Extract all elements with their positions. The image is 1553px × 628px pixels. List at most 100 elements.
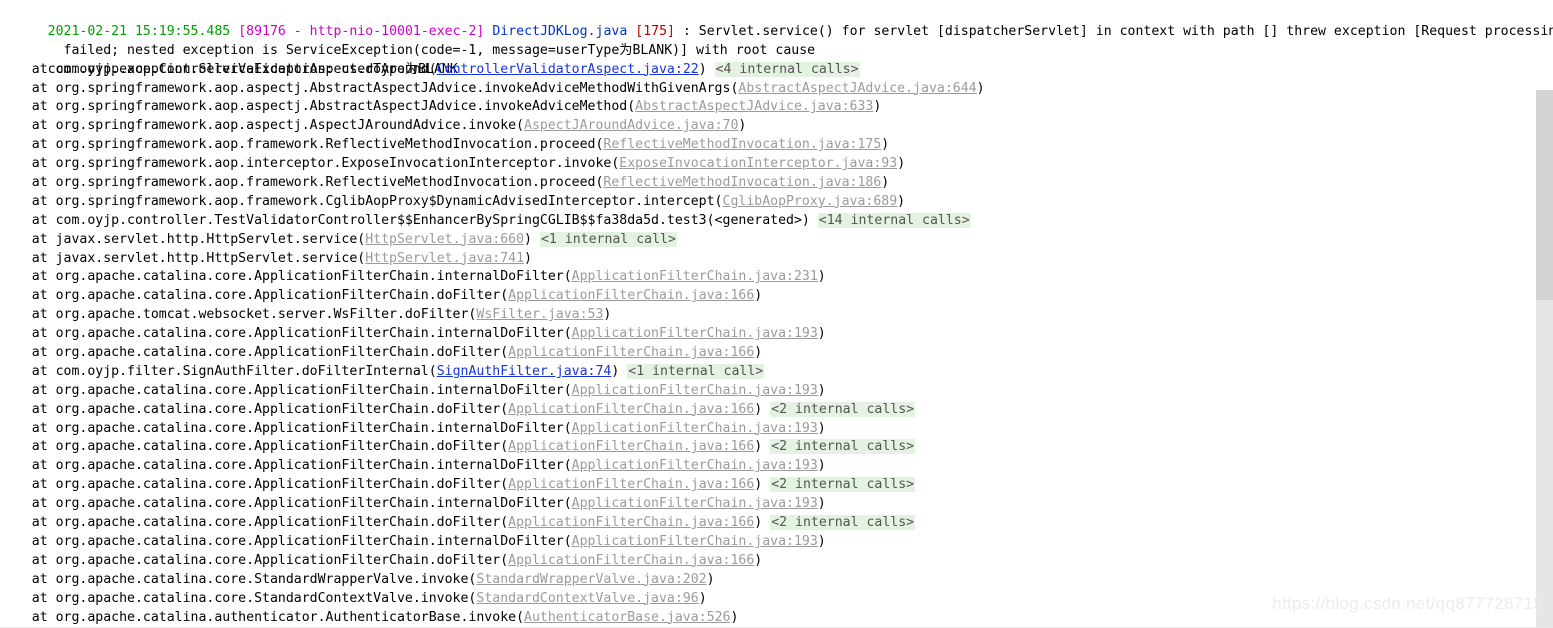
source-link[interactable]: AbstractAspectJAdvice.java:633	[635, 99, 873, 114]
source-link[interactable]: ApplicationFilterChain.java:166	[508, 553, 754, 568]
source-link[interactable]: ControllerValidatorAspect.java:22	[437, 62, 699, 77]
vertical-scrollbar-thumb[interactable]	[1536, 90, 1553, 300]
source-link[interactable]: ApplicationFilterChain.java:193	[572, 383, 818, 398]
stack-frame-text: at javax.servlet.http.HttpServlet.servic…	[0, 231, 366, 247]
stack-frame-text: at org.springframework.aop.aspectj.Aspec…	[0, 118, 525, 134]
stack-frame-suffix: )	[603, 307, 612, 323]
source-link[interactable]: ApplicationFilterChain.java:166	[508, 402, 754, 417]
stack-frame-suffix: )	[817, 382, 826, 398]
badge-spacer	[810, 213, 818, 228]
source-link[interactable]: HttpServlet.java:660	[365, 232, 524, 247]
log-thread: [89176 - http-nio-10001-exec-2]	[238, 23, 485, 39]
internal-calls-badge[interactable]: <2 internal calls>	[770, 401, 916, 417]
internal-calls-badge[interactable]: <2 internal calls>	[770, 439, 916, 455]
stack-frame-line[interactable]: at org.springframework.aop.aspectj.Aspec…	[0, 117, 1553, 136]
stack-frame-line[interactable]: at org.apache.catalina.core.ApplicationF…	[0, 287, 1553, 306]
stack-frame-suffix: )	[524, 231, 532, 247]
stack-frame-line[interactable]: at org.springframework.aop.framework.Ref…	[0, 174, 1553, 193]
source-link[interactable]: ApplicationFilterChain.java:166	[508, 288, 754, 303]
stack-frame-suffix: )	[706, 571, 715, 587]
log-message: : Servlet.service() for servlet [dispatc…	[674, 23, 1553, 39]
stack-frame-line[interactable]: at org.apache.catalina.core.ApplicationF…	[0, 382, 1553, 401]
stack-frame-line[interactable]: at javax.servlet.http.HttpServlet.servic…	[0, 250, 1553, 269]
internal-calls-badge[interactable]: <14 internal calls>	[817, 212, 971, 228]
internal-calls-badge[interactable]: <4 internal calls>	[714, 61, 860, 77]
stack-frame-line[interactable]: at org.apache.catalina.core.StandardCont…	[0, 590, 1553, 609]
stack-frame-suffix: )	[976, 80, 985, 96]
stack-frame-line[interactable]: at org.apache.catalina.core.ApplicationF…	[0, 344, 1553, 363]
badge-spacer	[762, 477, 770, 492]
internal-calls-badge[interactable]: <1 internal call>	[539, 231, 677, 247]
stack-frame-suffix: )	[738, 118, 747, 134]
source-link[interactable]: StandardContextValve.java:96	[476, 591, 698, 606]
stack-frame-line[interactable]: at com.oyjp.filter.SignAuthFilter.doFilt…	[0, 363, 1553, 382]
source-link[interactable]: SignAuthFilter.java:74	[437, 364, 612, 379]
source-link[interactable]: WsFilter.java:53	[476, 307, 603, 322]
stack-frame-line[interactable]: at javax.servlet.http.HttpServlet.servic…	[0, 231, 1553, 250]
stack-frame-text: at org.springframework.aop.aspectj.Abstr…	[0, 80, 739, 96]
source-link[interactable]: ApplicationFilterChain.java:193	[572, 534, 818, 549]
stack-frame-text: at org.apache.catalina.core.StandardCont…	[0, 590, 477, 606]
internal-calls-badge[interactable]: <1 internal call>	[627, 363, 765, 379]
source-link[interactable]: ApplicationFilterChain.java:193	[572, 421, 818, 436]
stack-frame-line[interactable]: at org.apache.tomcat.websocket.server.Ws…	[0, 306, 1553, 325]
stack-frame-line[interactable]: at org.apache.catalina.core.ApplicationF…	[0, 438, 1553, 457]
source-link[interactable]: StandardWrapperValve.java:202	[476, 572, 706, 587]
stack-frame-suffix: )	[698, 590, 707, 606]
stack-frame-line[interactable]: at org.springframework.aop.interceptor.E…	[0, 155, 1553, 174]
vertical-scrollbar[interactable]	[1536, 90, 1553, 628]
source-link[interactable]: ReflectiveMethodInvocation.java:186	[603, 175, 881, 190]
stack-frame-line[interactable]: at org.springframework.aop.aspectj.Abstr…	[0, 80, 1553, 99]
stack-frame-line[interactable]: at org.apache.catalina.core.ApplicationF…	[0, 420, 1553, 439]
stack-frame-suffix: )	[730, 609, 739, 625]
badge-spacer	[762, 439, 770, 454]
log-header-line[interactable]: 2021-02-21 15:19:55.485 [89176 - http-ni…	[0, 4, 1553, 39]
stack-frame-line[interactable]: at org.apache.catalina.core.ApplicationF…	[0, 268, 1553, 287]
stack-frame-line[interactable]: at com.oyjp.controller.TestValidatorCont…	[0, 212, 1553, 231]
source-link[interactable]: ApplicationFilterChain.java:193	[572, 458, 818, 473]
stack-frame-line[interactable]: at org.apache.catalina.core.ApplicationF…	[0, 325, 1553, 344]
stack-frame-line[interactable]: at org.apache.catalina.core.ApplicationF…	[0, 533, 1553, 552]
stack-frame-suffix: )	[817, 458, 826, 474]
stack-frame-line[interactable]: at org.apache.catalina.core.ApplicationF…	[0, 476, 1553, 495]
stack-frame-line[interactable]: at org.apache.catalina.core.ApplicationF…	[0, 495, 1553, 514]
stack-frame-suffix: )	[897, 156, 906, 172]
source-link[interactable]: ReflectiveMethodInvocation.java:175	[603, 137, 881, 152]
source-link[interactable]: ApplicationFilterChain.java:166	[508, 439, 754, 454]
internal-calls-badge[interactable]: <2 internal calls>	[770, 515, 916, 531]
source-link[interactable]: ExposeInvocationInterceptor.java:93	[619, 156, 897, 171]
source-link[interactable]: HttpServlet.java:741	[365, 251, 524, 266]
stack-frame-line[interactable]: at org.apache.catalina.authenticator.Aut…	[0, 609, 1553, 628]
source-link[interactable]: ApplicationFilterChain.java:193	[572, 496, 818, 511]
source-link[interactable]: AbstractAspectJAdvice.java:644	[738, 81, 976, 96]
stack-frame-suffix: )	[817, 533, 826, 549]
source-link[interactable]: CglibAopProxy.java:689	[723, 194, 898, 209]
source-link[interactable]: ApplicationFilterChain.java:166	[508, 345, 754, 360]
source-link[interactable]: AuthenticatorBase.java:526	[524, 610, 730, 625]
stack-frame-line[interactable]: at org.springframework.aop.aspectj.Abstr…	[0, 98, 1553, 117]
source-link[interactable]: ApplicationFilterChain.java:166	[508, 477, 754, 492]
stack-frame-line[interactable]: at org.apache.catalina.core.ApplicationF…	[0, 401, 1553, 420]
stack-frame-text: at org.apache.catalina.core.ApplicationF…	[0, 288, 509, 304]
badge-spacer	[762, 402, 770, 417]
console-output-panel[interactable]: 2021-02-21 15:19:55.485 [89176 - http-ni…	[0, 0, 1553, 628]
stack-frame-line[interactable]: at org.apache.catalina.core.ApplicationF…	[0, 514, 1553, 533]
stack-frame-suffix: )	[817, 269, 826, 285]
source-link[interactable]: ApplicationFilterChain.java:166	[508, 515, 754, 530]
source-link[interactable]: ApplicationFilterChain.java:231	[572, 269, 818, 284]
stack-frame-text: at org.apache.catalina.core.ApplicationF…	[0, 533, 572, 549]
stack-frame-text: at org.apache.tomcat.websocket.server.Ws…	[0, 307, 477, 323]
source-link[interactable]: ApplicationFilterChain.java:193	[572, 326, 818, 341]
badge-spacer	[532, 232, 540, 247]
stack-frame-line[interactable]: at org.apache.catalina.core.ApplicationF…	[0, 552, 1553, 571]
stack-frame-line[interactable]: at org.apache.catalina.core.StandardWrap…	[0, 571, 1553, 590]
stack-frame-line[interactable]: at org.springframework.aop.framework.Cgl…	[0, 193, 1553, 212]
stack-frame-suffix: )	[881, 137, 890, 153]
source-link[interactable]: AspectJAroundAdvice.java:70	[524, 118, 738, 133]
log-logger-class[interactable]: DirectJDKLog.java	[492, 24, 627, 39]
stack-frame-line[interactable]: at org.apache.catalina.core.ApplicationF…	[0, 457, 1553, 476]
stack-frame-text: at org.apache.catalina.core.ApplicationF…	[0, 382, 572, 398]
stack-frame-line[interactable]: at org.springframework.aop.framework.Ref…	[0, 136, 1553, 155]
stack-frame-line[interactable]: at com.oyjp.aop.ControllerValidatorAspec…	[0, 61, 1553, 80]
internal-calls-badge[interactable]: <2 internal calls>	[770, 477, 916, 493]
